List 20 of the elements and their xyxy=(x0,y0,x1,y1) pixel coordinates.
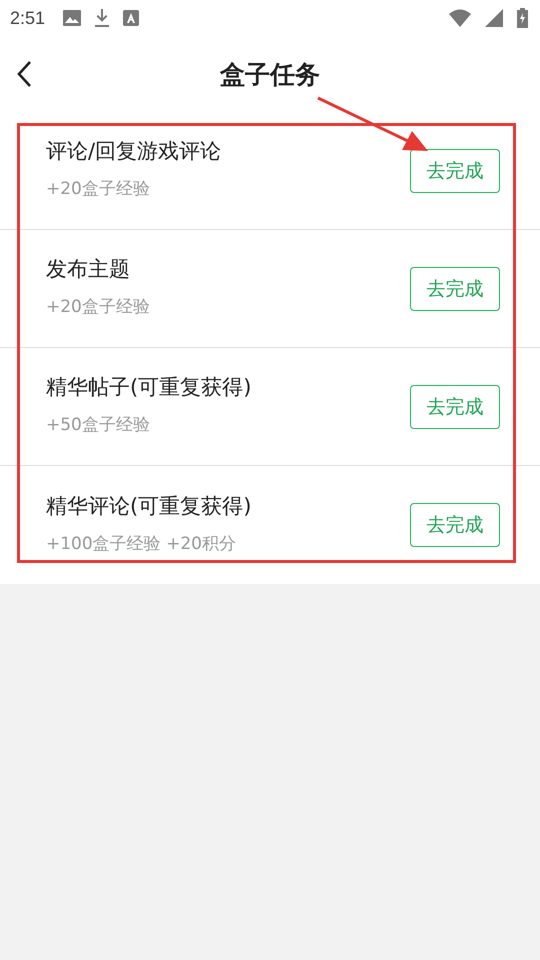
page-title: 盒子任务 xyxy=(220,58,320,90)
complete-button[interactable]: 去完成 xyxy=(410,384,500,428)
task-title: 精华帖子(可重复获得) xyxy=(46,374,252,401)
task-title: 精华评论(可重复获得) xyxy=(46,492,252,520)
battery-icon xyxy=(517,8,528,28)
task-title: 评论/回复游戏评论 xyxy=(46,138,222,165)
task-reward: +20盒子经验 xyxy=(46,178,151,200)
app-icon xyxy=(123,10,140,26)
complete-button[interactable]: 去完成 xyxy=(410,148,500,192)
task-reward: +50盒子经验 xyxy=(46,414,151,436)
status-time: 2:51 xyxy=(10,8,46,28)
image-icon xyxy=(63,10,82,26)
wifi-icon xyxy=(449,9,471,27)
complete-button[interactable]: 去完成 xyxy=(410,503,500,547)
task-reward: +100盒子经验 +20积分 xyxy=(46,532,237,554)
download-icon xyxy=(95,9,110,27)
task-reward: +20盒子经验 xyxy=(46,296,151,318)
complete-button[interactable]: 去完成 xyxy=(410,266,500,310)
signal-icon xyxy=(485,9,503,27)
task-title: 发布主题 xyxy=(46,256,131,283)
